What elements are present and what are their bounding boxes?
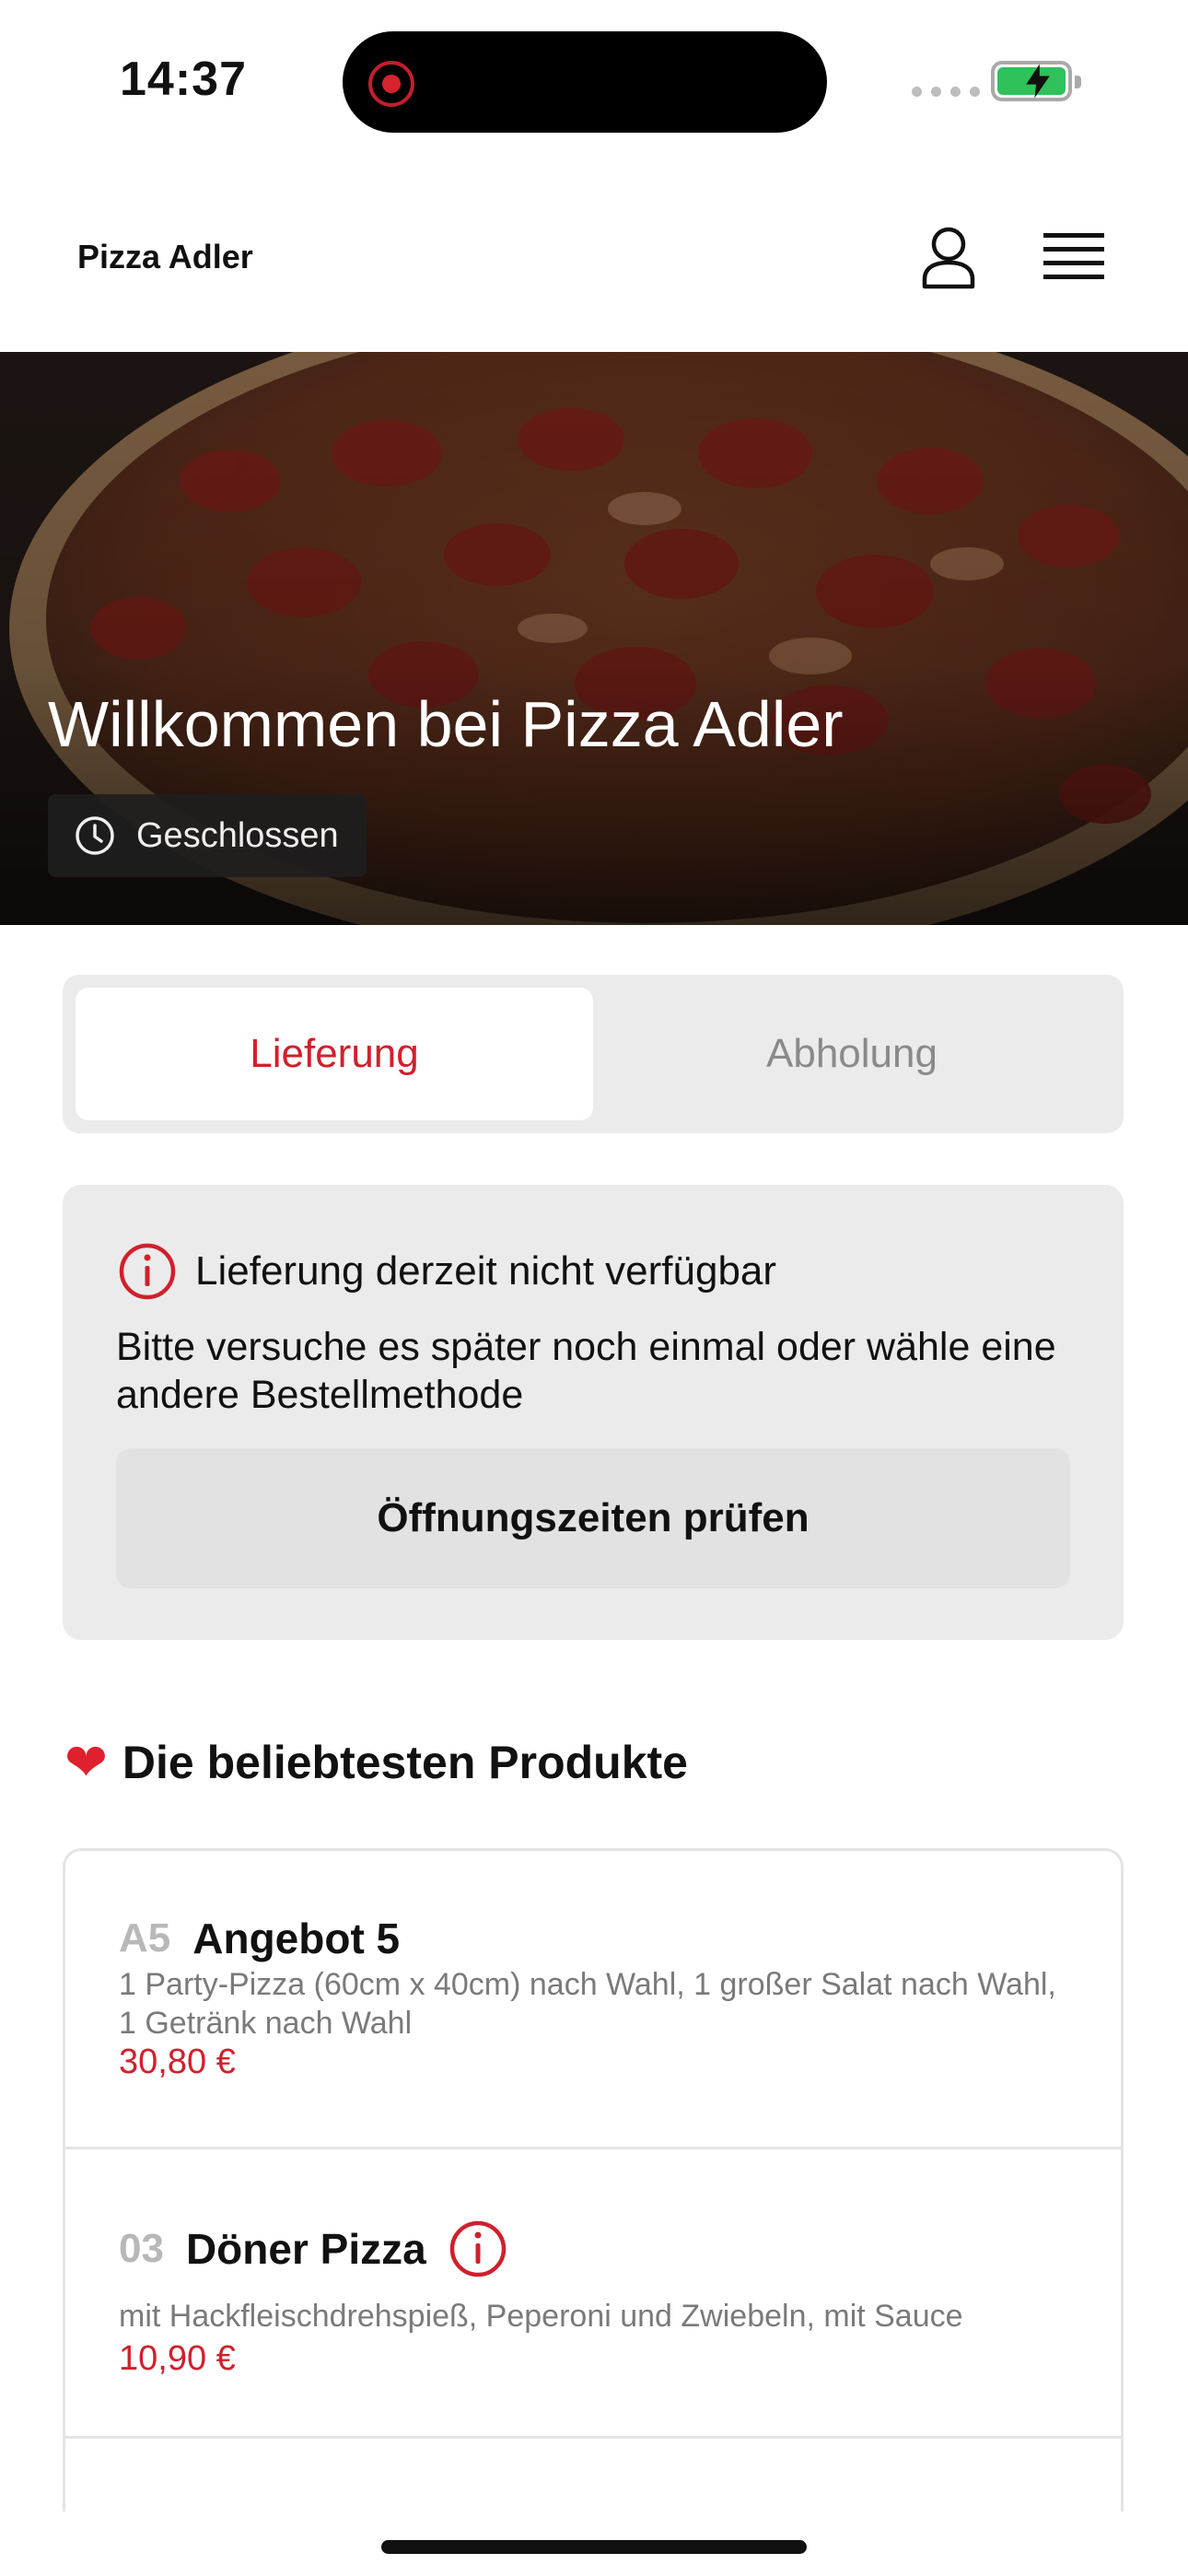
app-screen: 14:37 Pizza Adler Willkommen bei Pizza A…	[0, 0, 1188, 2576]
order-mode-switch: Lieferung Abholung	[63, 975, 1124, 1133]
heart-icon: ❤	[64, 1733, 108, 1791]
product-description: 1 Party-Pizza (60cm x 40cm) nach Wahl, 1…	[119, 1967, 1056, 2041]
notice-header: Lieferung derzeit nicht verfügbar	[118, 1242, 776, 1301]
hero-banner: Willkommen bei Pizza Adler Geschlossen	[0, 352, 1188, 925]
product-item[interactable]: 03 Döner Pizza mit Hackfleischdrehspieß,…	[65, 2149, 1121, 2439]
brand-name[interactable]: Pizza Adler	[77, 238, 253, 276]
signal-icon	[912, 87, 980, 97]
status-time: 14:37	[120, 53, 247, 106]
account-button[interactable]	[908, 217, 989, 299]
dynamic-island	[343, 31, 827, 133]
product-description: mit Hackfleischdrehspieß, Peperoni und Z…	[119, 2299, 963, 2334]
opening-status-badge[interactable]: Geschlossen	[48, 794, 367, 877]
product-number: A5	[119, 1915, 171, 1961]
popular-products-heading: ❤ Die beliebtesten Produkte	[64, 1736, 688, 1789]
recording-indicator-icon	[368, 61, 414, 107]
welcome-title: Willkommen bei Pizza Adler	[48, 688, 844, 760]
delivery-unavailable-notice: Lieferung derzeit nicht verfügbar Bitte …	[63, 1185, 1124, 1640]
user-icon	[922, 227, 975, 289]
home-indicator[interactable]	[381, 2540, 807, 2554]
notice-text: Bitte versuche es später noch einmal ode…	[116, 1325, 1056, 1417]
info-icon[interactable]	[448, 2219, 507, 2278]
product-price: 30,80 €	[119, 2043, 236, 2081]
charging-bolt-icon	[1026, 64, 1050, 99]
menu-icon	[1043, 233, 1104, 279]
product-number: 03	[119, 2226, 164, 2271]
product-item[interactable]: A5 Angebot 5 1 Party-Pizza (60cm x 40cm)…	[65, 1851, 1121, 2149]
notice-title: Lieferung derzeit nicht verfügbar	[195, 1248, 777, 1294]
popular-products-title: Die beliebtesten Produkte	[122, 1737, 688, 1788]
tab-delivery[interactable]: Lieferung	[76, 988, 593, 1120]
opening-status-label: Geschlossen	[136, 815, 339, 855]
product-price: 10,90 €	[119, 2339, 236, 2378]
product-name: Döner Pizza	[185, 2225, 426, 2273]
battery-icon	[991, 61, 1081, 101]
check-opening-hours-button[interactable]: Öffnungszeiten prüfen	[116, 1448, 1070, 1588]
info-icon	[119, 1243, 176, 1300]
product-header: A5 Angebot 5	[119, 1914, 400, 1963]
tab-pickup[interactable]: Abholung	[593, 988, 1111, 1120]
clock-icon	[76, 816, 114, 855]
product-header: 03 Döner Pizza	[119, 2219, 507, 2278]
menu-button[interactable]	[1033, 217, 1114, 299]
product-list: A5 Angebot 5 1 Party-Pizza (60cm x 40cm)…	[63, 1848, 1124, 2512]
product-name: Angebot 5	[192, 1914, 401, 1962]
